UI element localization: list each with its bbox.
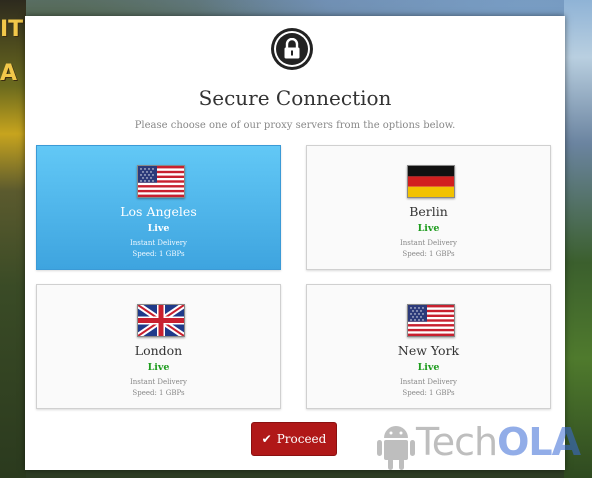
background-right-art (564, 0, 592, 478)
watermark-text: TechOLA (416, 420, 581, 464)
server-city: Berlin (409, 204, 448, 219)
server-speed: Speed: 1 GBPs (132, 250, 185, 258)
us-flag (137, 165, 185, 198)
server-city: London (134, 343, 183, 358)
server-speed: Speed: 1 GBPs (402, 250, 455, 258)
server-status: Live (147, 223, 170, 234)
server-speed: Speed: 1 GBPs (402, 389, 455, 397)
server-city: New York (397, 343, 460, 358)
techola-watermark: TechOLA (376, 418, 592, 474)
modal-title: Secure Connection (198, 86, 392, 110)
android-icon (377, 426, 415, 470)
server-delivery: Instant Delivery (129, 378, 188, 386)
us-flag (407, 304, 455, 337)
proceed-button[interactable]: ✔ Proceed (251, 422, 337, 456)
server-status: Live (417, 223, 440, 234)
modal-subtitle: Please choose one of our proxy servers f… (134, 120, 456, 131)
check-icon: ✔ (261, 432, 272, 446)
server-delivery: Instant Delivery (399, 239, 458, 247)
server-card-los-angeles[interactable]: Los Angeles Live Instant Delivery Speed:… (36, 145, 281, 270)
secure-connection-modal: Secure Connection Please choose one of o… (25, 16, 565, 470)
server-speed: Speed: 1 GBPs (132, 389, 185, 397)
proceed-label: Proceed (276, 432, 327, 446)
uk-flag (137, 304, 185, 337)
de-flag (407, 165, 455, 198)
background-game-title: ITEA (0, 17, 26, 86)
server-card-london[interactable]: London Live Instant Delivery Speed: 1 GB… (36, 284, 281, 409)
server-card-new-york[interactable]: New York Live Instant Delivery Speed: 1 … (306, 284, 551, 409)
server-card-berlin[interactable]: Berlin Live Instant Delivery Speed: 1 GB… (306, 145, 551, 270)
server-status: Live (147, 362, 170, 373)
server-delivery: Instant Delivery (129, 239, 188, 247)
server-status: Live (417, 362, 440, 373)
server-delivery: Instant Delivery (399, 378, 458, 386)
lock-icon (271, 28, 313, 70)
server-city: Los Angeles (120, 204, 197, 219)
